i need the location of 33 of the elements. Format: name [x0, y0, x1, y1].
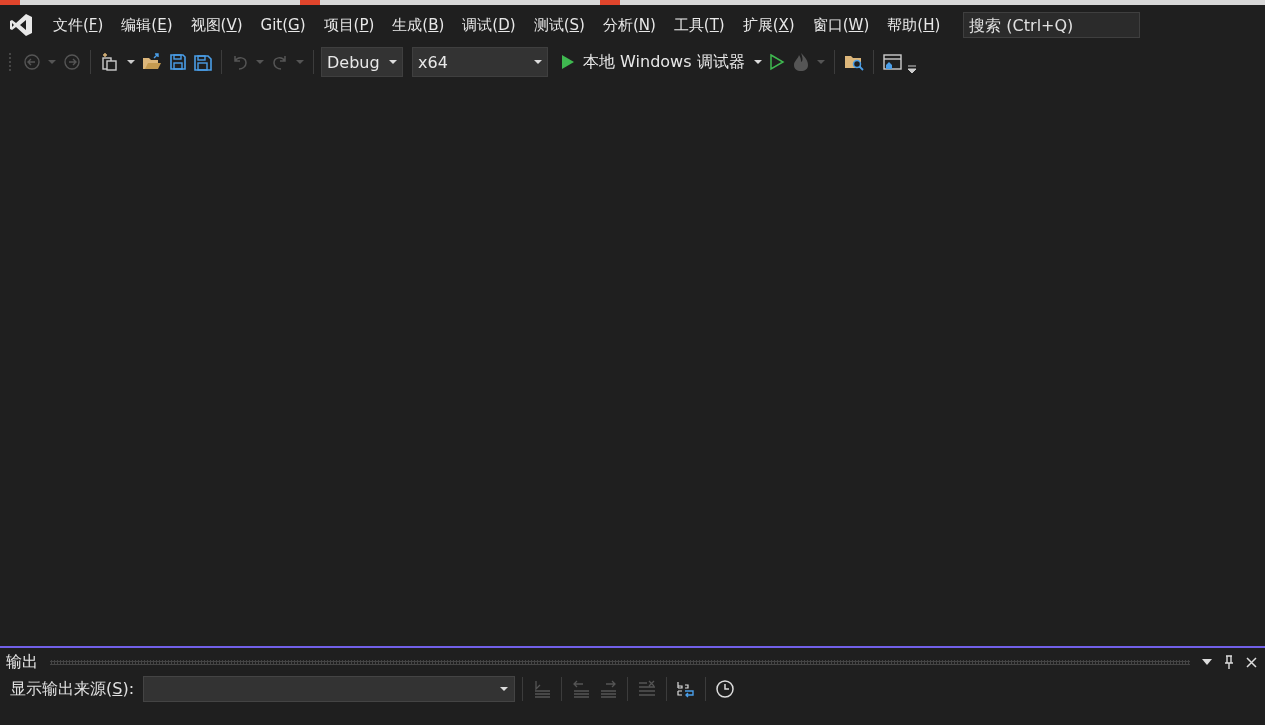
- search-field[interactable]: 搜索 (Ctrl+Q): [963, 12, 1141, 38]
- menu-item[interactable]: 测试(S): [524, 11, 594, 39]
- window-home-button[interactable]: [880, 51, 905, 73]
- menu-item[interactable]: 分析(N): [593, 11, 665, 39]
- caret-icon[interactable]: [127, 59, 135, 65]
- start-debugging-button[interactable]: 本地 Windows 调试器: [557, 51, 749, 73]
- menu-item[interactable]: 项目(P): [314, 11, 384, 39]
- close-icon[interactable]: [1246, 656, 1257, 668]
- menu-item[interactable]: 编辑(E): [112, 11, 182, 39]
- menu-item[interactable]: 视图(V): [181, 11, 252, 39]
- platform-dropdown[interactable]: x64: [412, 47, 548, 77]
- save-button[interactable]: [167, 51, 189, 73]
- menu-item[interactable]: 扩展(X): [733, 11, 804, 39]
- menu-item[interactable]: 生成(B): [383, 11, 454, 39]
- panel-title: 输出: [6, 651, 38, 673]
- menu-item[interactable]: Git(G): [251, 12, 315, 38]
- source-label: 显示输出来源(S):: [10, 678, 135, 700]
- configuration-dropdown[interactable]: Debug: [321, 47, 403, 77]
- play-icon: [561, 54, 575, 70]
- menu-item[interactable]: 文件(F): [44, 11, 113, 39]
- grip-icon[interactable]: [8, 52, 12, 72]
- menu-item[interactable]: 帮助(H): [878, 11, 950, 39]
- caret-icon: [389, 59, 397, 65]
- menu-item[interactable]: 调试(D): [453, 11, 525, 39]
- caret-icon: [500, 686, 509, 692]
- menu-item[interactable]: 窗口(W): [803, 11, 879, 39]
- menu-item[interactable]: 工具(T): [664, 11, 734, 39]
- overflow-icon[interactable]: [907, 65, 916, 73]
- dropdown-icon[interactable]: [1202, 659, 1212, 665]
- app-logo-icon: [8, 12, 34, 38]
- caret-icon[interactable]: [753, 59, 762, 65]
- caret-icon: [534, 59, 542, 65]
- pin-icon[interactable]: [1224, 655, 1234, 669]
